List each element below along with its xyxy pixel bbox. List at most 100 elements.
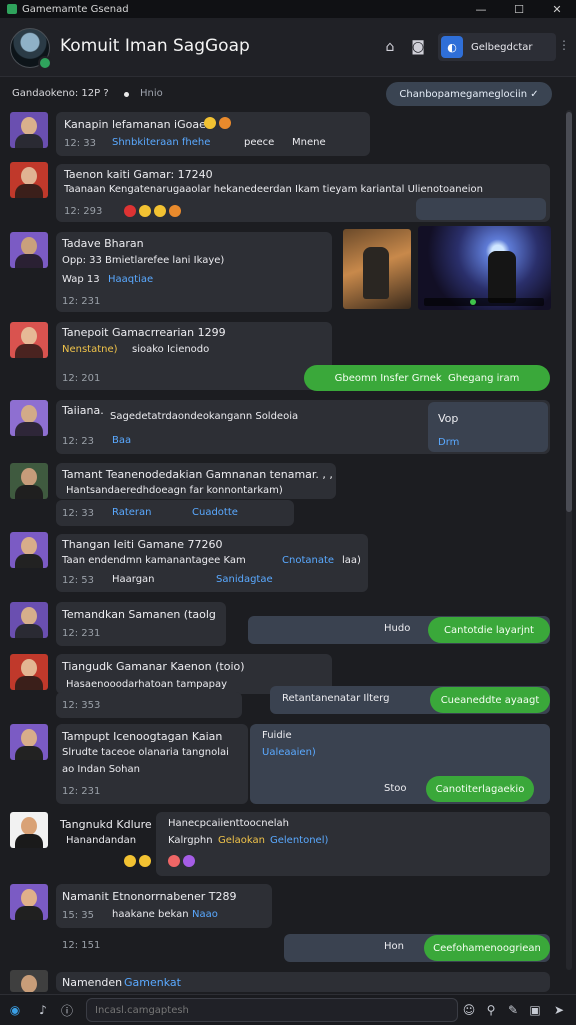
chat-header: Komuit Iman SagGoap ⌂ ◙ ◐ Gelbegdctar ⋮ xyxy=(0,18,576,77)
avatar[interactable] xyxy=(10,970,48,992)
avatar[interactable] xyxy=(10,463,48,499)
quote-link[interactable]: Gelentonel) xyxy=(270,835,328,846)
reply-card-label: Retantanenatar Ilterg xyxy=(282,693,390,704)
message-time: 12: 53 xyxy=(62,575,94,586)
avatar[interactable] xyxy=(10,602,48,638)
message-text: Slrudte taceoe olanaria tangnolai xyxy=(62,747,229,758)
quote-text: Kalrgphn xyxy=(168,835,213,846)
message-time: 12: 33 xyxy=(62,508,94,519)
message-link[interactable]: Haaqtiae xyxy=(108,274,153,285)
message-link[interactable]: Naao xyxy=(192,909,218,920)
message-text: Hasaenooodarhatoan tampapay xyxy=(66,679,228,690)
media-preview[interactable] xyxy=(416,198,546,220)
emoji-icon xyxy=(168,855,198,868)
reply-label: Ghegang iram xyxy=(448,372,520,384)
message-text: Wap 13 xyxy=(62,274,100,285)
message-time: 12: 33 xyxy=(64,138,96,149)
message-text: Sagedetatrdaondeokangann Soldeoia xyxy=(110,411,299,422)
message-link[interactable]: Gamenkat xyxy=(124,976,181,989)
message-text: Tadave Bharan xyxy=(62,237,144,250)
scrollbar-thumb[interactable] xyxy=(566,112,572,512)
info-icon[interactable]: ⓘ xyxy=(58,1001,76,1019)
message-link[interactable]: Baa xyxy=(112,435,131,446)
message-text: Kanapin lefamanan iGoaen xyxy=(64,118,213,131)
message-time: 12: 231 xyxy=(62,786,101,797)
window-title: Gamemamte Gsenad xyxy=(22,3,129,15)
message-text: Thangan Ieiti Gamane 77260 xyxy=(62,538,223,551)
message-text: Hantsandaeredhdoeagn far konnontarkam) xyxy=(66,485,283,496)
avatar[interactable] xyxy=(10,884,48,920)
message-text: peece xyxy=(244,137,275,148)
avatar[interactable] xyxy=(10,232,48,268)
green-reply-button[interactable]: Ceefohamenoogriean xyxy=(424,935,550,961)
reply-card-label: Hudo xyxy=(384,623,411,634)
message-time: 12: 23 xyxy=(62,436,94,447)
sticker-icon[interactable]: ☺ xyxy=(460,1001,478,1019)
quote-highlight: Gelaokan xyxy=(218,835,266,846)
avatar[interactable] xyxy=(10,812,48,848)
app-menu-icon[interactable]: ◉ xyxy=(6,1001,24,1019)
chip-icon: ◐ xyxy=(441,36,463,58)
location-icon[interactable]: ⚲ xyxy=(482,1001,500,1019)
status-row: Gandaokeno: 12P ? Hnio Chanbopamegameglo… xyxy=(0,80,576,108)
green-reply-button[interactable]: Cantotdie layarjnt xyxy=(428,617,550,643)
message-input-field[interactable] xyxy=(87,999,457,1021)
avatar[interactable] xyxy=(10,322,48,358)
avatar[interactable] xyxy=(10,654,48,690)
message-text: Taan endendmn kamanantagee Kam xyxy=(62,555,246,566)
maximize-button[interactable]: ☐ xyxy=(500,0,538,18)
home-icon[interactable]: ⌂ xyxy=(380,37,400,57)
close-button[interactable]: ✕ xyxy=(538,0,576,18)
send-icon[interactable]: ➤ xyxy=(550,1001,568,1019)
message-link[interactable]: Cuadotte xyxy=(192,507,238,518)
message-time: 15: 35 xyxy=(62,910,94,921)
status-pill[interactable]: Chanbopamegameglociin ✓ xyxy=(386,82,552,106)
minimize-button[interactable]: — xyxy=(462,0,500,18)
message-input[interactable] xyxy=(86,998,458,1022)
quote-title: Hanecpcaiienttoocnelah xyxy=(168,818,289,829)
avatar[interactable] xyxy=(10,112,48,148)
game-thumbnail[interactable] xyxy=(418,226,551,310)
status-dot xyxy=(124,92,129,97)
message-text: Tiangudk Gamanar Kaenon (toio) xyxy=(62,660,245,673)
message-time: 12: 293 xyxy=(64,206,103,217)
composer-bar: ◉ ♪ ⓘ ☺ ⚲ ✎ ▣ ➤ xyxy=(0,994,576,1025)
scrollbar[interactable] xyxy=(566,110,572,970)
message-time: 12: 231 xyxy=(62,296,101,307)
message-text: sioako Icienodo xyxy=(132,344,210,355)
message-text: Tanepoit Gamacrrearian 1299 xyxy=(62,326,226,339)
window-titlebar: Gamemamte Gsenad — ☐ ✕ xyxy=(0,0,576,18)
game-thumbnail[interactable] xyxy=(343,229,411,309)
message-link[interactable]: Sanidagtae xyxy=(216,574,273,585)
green-reply-button[interactable]: Canotiterlagaekio xyxy=(426,776,534,802)
reply-card-link[interactable]: Drm xyxy=(438,437,459,448)
message-highlight: Nenstatne) xyxy=(62,344,118,355)
message-time: 12: 201 xyxy=(62,373,101,384)
message-time: 12: 151 xyxy=(62,940,101,951)
more-icon[interactable]: ⋮ xyxy=(558,38,570,52)
message-time: 12: 353 xyxy=(62,700,101,711)
green-reply-button[interactable]: Gbeomn Insfer Grnek Ghegang iram xyxy=(304,365,550,391)
message-link[interactable]: Cnotanate xyxy=(282,555,334,566)
avatar[interactable] xyxy=(10,162,48,198)
green-reply-button[interactable]: Cueaneddte ayaagt xyxy=(430,687,550,713)
music-icon[interactable]: ♪ xyxy=(34,1001,52,1019)
message-link[interactable]: Shnbkiteraan fhehe xyxy=(112,137,210,148)
message-text: Taenon kaiti Gamar: 17240 xyxy=(64,168,213,181)
message-text: Tampupt Icenoogtagan Kaian xyxy=(62,730,223,743)
avatar[interactable] xyxy=(10,532,48,568)
message-text: Opp: 33 Bmietlarefee lani Ikaye) xyxy=(62,255,225,266)
message-text: haakane bekan xyxy=(112,909,189,920)
message-text: Mnene xyxy=(292,137,326,148)
reply-card-link[interactable]: Ualeaaien) xyxy=(262,747,316,758)
edit-icon[interactable]: ✎ xyxy=(504,1001,522,1019)
media-icon[interactable]: ◙ xyxy=(408,37,428,57)
message-link[interactable]: Rateran xyxy=(112,507,152,518)
message-text: Namenden xyxy=(62,976,123,989)
avatar[interactable] xyxy=(10,400,48,436)
gif-icon[interactable]: ▣ xyxy=(526,1001,544,1019)
avatar[interactable] xyxy=(10,724,48,760)
header-chip[interactable]: ◐ Gelbegdctar xyxy=(438,33,556,61)
app-icon xyxy=(7,4,17,14)
message-text: Namanit Etnonorrnabener T289 xyxy=(62,890,237,903)
